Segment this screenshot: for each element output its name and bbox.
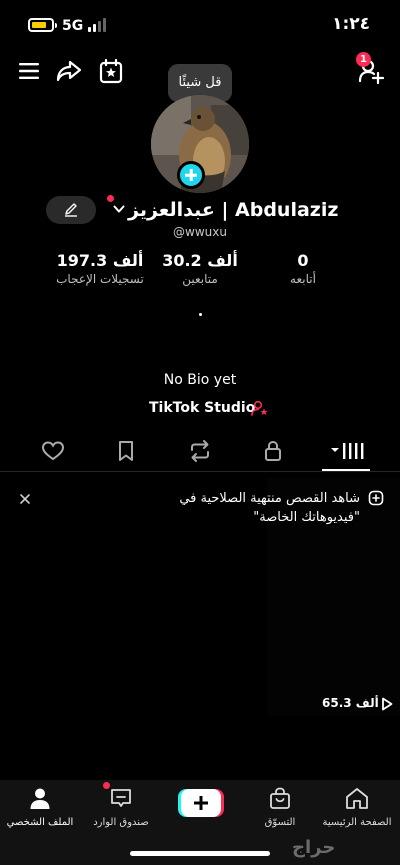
nav-home-label: الصفحة الرئيسية	[322, 817, 392, 828]
tab-videos[interactable]	[330, 436, 364, 466]
followers-count: 30.2 ألف	[162, 251, 238, 270]
nav-inbox[interactable]: صندوق الوارد	[86, 786, 156, 828]
story-plus-icon	[368, 490, 384, 506]
status-bar: 5G ١:٢٤	[0, 0, 400, 52]
play-icon	[382, 697, 393, 711]
nav-inbox-label: صندوق الوارد	[93, 817, 149, 828]
shopping-bag-icon	[270, 787, 290, 809]
calendar-star-icon[interactable]	[99, 58, 123, 84]
studio-icon[interactable]	[251, 400, 269, 416]
network-type: 5G	[62, 18, 84, 34]
followers-label: متابعين	[182, 272, 218, 286]
add-story-button[interactable]	[177, 161, 205, 189]
profile-handle: @wwuxu	[173, 225, 227, 239]
nav-home[interactable]: الصفحة الرئيسية	[322, 786, 392, 828]
battery-icon	[28, 18, 57, 32]
nav-shop-label: التسوّق	[264, 817, 296, 828]
close-icon[interactable]	[16, 490, 34, 508]
profile-name[interactable]: عبدالعزيز | Abdulaziz	[128, 199, 338, 221]
following-count: 0	[297, 251, 309, 270]
create-button[interactable]	[178, 789, 224, 817]
edit-profile-button[interactable]	[46, 196, 96, 224]
active-tab-indicator	[322, 469, 370, 471]
expired-stories-banner[interactable]: شاهد القصص منتهية الصلاحية في "فيديوهاتك…	[150, 489, 360, 527]
edit-notification-dot	[107, 195, 114, 202]
profile-icon	[30, 788, 50, 809]
tab-liked[interactable]	[38, 436, 68, 466]
plus-icon	[181, 789, 221, 817]
inbox-icon	[111, 789, 131, 807]
tab-reposts[interactable]	[185, 436, 215, 466]
chevron-down-icon[interactable]	[113, 205, 125, 214]
notification-badge: 1	[356, 52, 371, 67]
tiktok-studio-link[interactable]: TikTok Studio	[149, 400, 255, 416]
inbox-notification-dot	[103, 782, 110, 789]
likes-label: تسجيلات الإعجاب	[56, 272, 144, 286]
home-icon	[346, 788, 368, 809]
home-indicator[interactable]	[130, 851, 270, 856]
following-label: أتابعه	[290, 272, 316, 286]
watermark: حراج	[292, 837, 336, 858]
share-icon[interactable]	[56, 59, 82, 83]
tab-favorites[interactable]	[111, 436, 141, 466]
signal-icon	[88, 18, 108, 32]
likes-count: 197.3 ألف	[56, 251, 144, 270]
nav-profile[interactable]: الملف الشخصي	[4, 786, 76, 828]
following-stat[interactable]: 0 أتابعه	[256, 251, 350, 286]
likes-stat[interactable]: 197.3 ألف تسجيلات الإعجاب	[30, 251, 170, 286]
video-views: 65.3 ألف	[322, 696, 379, 710]
bio-text[interactable]: No Bio yet	[0, 372, 400, 388]
pencil-icon	[65, 203, 77, 217]
menu-icon[interactable]	[18, 62, 40, 80]
nav-shop[interactable]: التسوّق	[250, 786, 310, 828]
tab-private[interactable]	[258, 436, 288, 466]
dot-marker	[199, 313, 202, 316]
content-tabs	[0, 430, 400, 472]
clock: ١:٢٤	[332, 14, 370, 34]
nav-profile-label: الملف الشخصي	[6, 817, 74, 828]
followers-stat[interactable]: 30.2 ألف متابعين	[160, 251, 240, 286]
